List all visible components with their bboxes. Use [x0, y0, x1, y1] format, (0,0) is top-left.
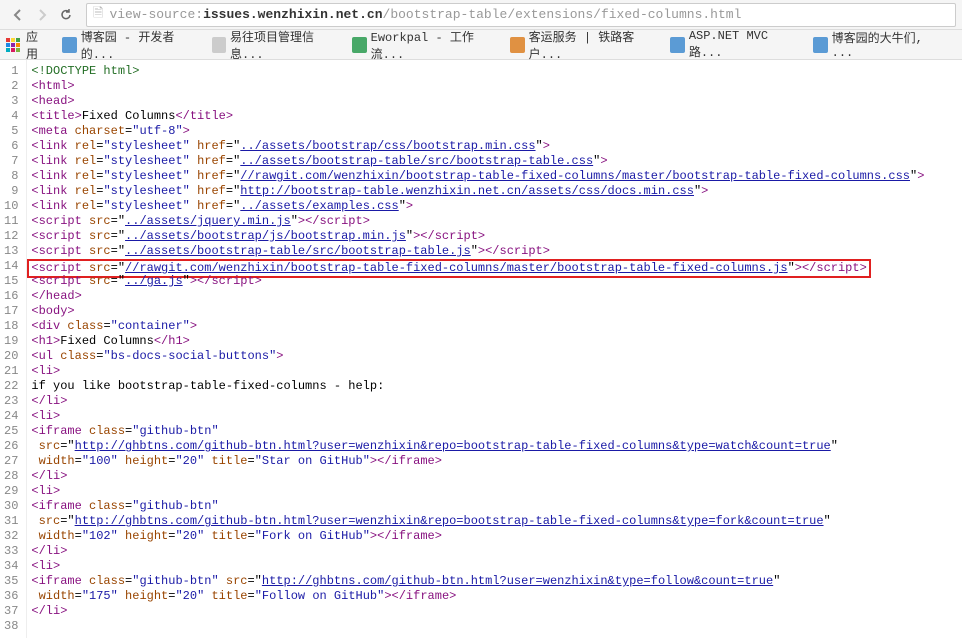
- bookmark-item[interactable]: Eworkpal - 工作流...: [352, 28, 494, 62]
- bookmark-favicon: [510, 37, 524, 53]
- source-line: width="175" height="20" title="Follow on…: [27, 589, 924, 604]
- bookmark-label: 易往项目管理信息...: [230, 28, 336, 62]
- file-icon: 🗎: [93, 4, 103, 26]
- source-line: <!DOCTYPE html>: [27, 64, 924, 79]
- bookmark-label: 博客园 - 开发者的...: [81, 28, 196, 62]
- bookmark-item[interactable]: 博客园的大牛们, ...: [813, 28, 940, 62]
- url-path: /bootstrap-table/extensions/fixed-column…: [383, 7, 742, 22]
- source-line: width="102" height="20" title="Fork on G…: [27, 529, 924, 544]
- source-line: <title>Fixed Columns</title>: [27, 109, 924, 124]
- nav-forward-button[interactable]: [30, 3, 54, 27]
- source-line: </li>: [27, 394, 924, 409]
- source-line: <link rel="stylesheet" href="../assets/b…: [27, 139, 924, 154]
- source-line: <link rel="stylesheet" href="http://boot…: [27, 184, 924, 199]
- source-line: <h1>Fixed Columns</h1>: [27, 334, 924, 349]
- source-line: <script src="../assets/bootstrap/js/boot…: [27, 229, 924, 244]
- source-line: </li>: [27, 604, 924, 619]
- bookmark-favicon: [62, 37, 76, 53]
- source-line: <iframe class="github-btn": [27, 424, 924, 439]
- bookmark-favicon: [212, 37, 226, 53]
- source-line: </head>: [27, 289, 924, 304]
- source-line: <link rel="stylesheet" href="//rawgit.co…: [27, 169, 924, 184]
- apps-label: 应用: [26, 28, 46, 62]
- bookmark-label: 客运服务 | 铁路客户...: [529, 28, 655, 62]
- source-line: </li>: [27, 469, 924, 484]
- source-line: <li>: [27, 559, 924, 574]
- source-line: <meta charset="utf-8">: [27, 124, 924, 139]
- bookmark-label: Eworkpal - 工作流...: [371, 28, 495, 62]
- bookmark-item[interactable]: 客运服务 | 铁路客户...: [510, 28, 654, 62]
- bookmark-favicon: [813, 37, 827, 53]
- bookmark-item[interactable]: 易往项目管理信息...: [212, 28, 337, 62]
- browser-toolbar: 🗎 view-source:issues.wenzhixin.net.cn/bo…: [0, 0, 962, 30]
- source-line: if you like bootstrap-table-fixed-column…: [27, 379, 924, 394]
- source-line: <li>: [27, 409, 924, 424]
- source-line: <link rel="stylesheet" href="../assets/e…: [27, 199, 924, 214]
- source-line: <body>: [27, 304, 924, 319]
- source-line: </li>: [27, 544, 924, 559]
- line-gutter: 1234567891011121314151617181920212223242…: [0, 60, 27, 638]
- source-line: <script src="../assets/jquery.min.js"></…: [27, 214, 924, 229]
- source-code[interactable]: <!DOCTYPE html><html><head><title>Fixed …: [27, 60, 924, 638]
- source-line: <html>: [27, 79, 924, 94]
- reload-button[interactable]: [54, 3, 78, 27]
- source-line: <li>: [27, 484, 924, 499]
- bookmark-label: 博客园的大牛们, ...: [832, 29, 940, 60]
- source-line: <iframe class="github-btn" src="http://g…: [27, 574, 924, 589]
- apps-icon: [6, 38, 20, 52]
- source-line: width="100" height="20" title="Star on G…: [27, 454, 924, 469]
- source-line: <script src="../assets/bootstrap-table/s…: [27, 244, 924, 259]
- url-prefix: view-source:: [109, 7, 203, 22]
- source-view: 1234567891011121314151617181920212223242…: [0, 60, 962, 638]
- url-host: issues.wenzhixin.net.cn: [203, 7, 382, 22]
- source-line: <div class="container">: [27, 319, 924, 334]
- bookmark-item[interactable]: ASP.NET MVC 路...: [670, 28, 797, 62]
- bookmarks-bar: 应用 博客园 - 开发者的... 易往项目管理信息... Eworkpal - 工作…: [0, 30, 962, 60]
- source-line: <li>: [27, 364, 924, 379]
- address-bar[interactable]: 🗎 view-source:issues.wenzhixin.net.cn/bo…: [86, 3, 956, 27]
- source-line: src="http://ghbtns.com/github-btn.html?u…: [27, 514, 924, 529]
- bookmark-favicon: [670, 37, 684, 53]
- bookmark-label: ASP.NET MVC 路...: [689, 29, 797, 60]
- bookmark-item[interactable]: 博客园 - 开发者的...: [62, 28, 195, 62]
- nav-back-button[interactable]: [6, 3, 30, 27]
- source-line: <head>: [27, 94, 924, 109]
- apps-button[interactable]: 应用: [6, 28, 46, 62]
- source-line: <ul class="bs-docs-social-buttons">: [27, 349, 924, 364]
- source-line: <script src="//rawgit.com/wenzhixin/boot…: [27, 259, 924, 274]
- source-line: src="http://ghbtns.com/github-btn.html?u…: [27, 439, 924, 454]
- bookmark-favicon: [352, 37, 366, 53]
- source-line: <iframe class="github-btn": [27, 499, 924, 514]
- source-line: <link rel="stylesheet" href="../assets/b…: [27, 154, 924, 169]
